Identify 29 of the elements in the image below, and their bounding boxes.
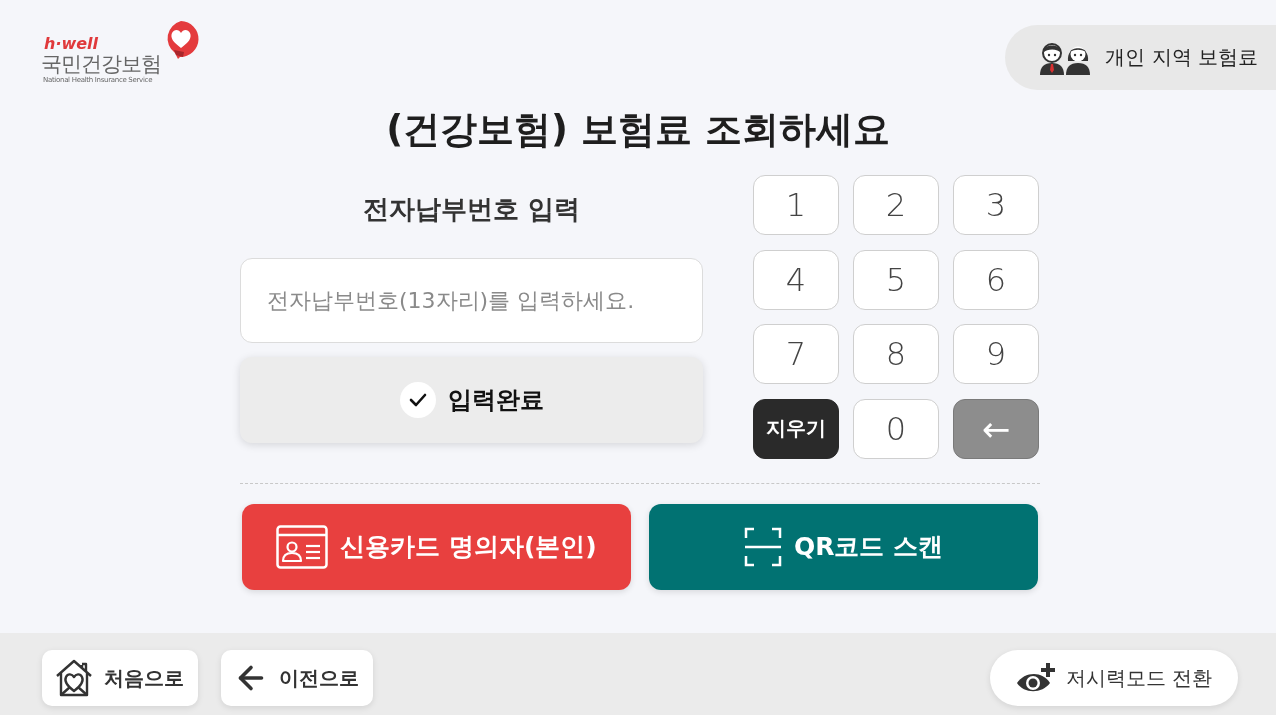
keypad-key[interactable]: 5 <box>853 249 939 310</box>
low-vision-mode-button[interactable]: 저시력모드 전환 <box>990 650 1238 706</box>
keypad-key[interactable]: 7 <box>753 324 839 385</box>
eye-plus-icon <box>1015 662 1058 694</box>
card-button[interactable]: 신용카드 명의자(본인) <box>242 503 631 590</box>
back-button[interactable]: 이전으로 <box>221 650 373 706</box>
entry-heading: 전자납부번호 입력 <box>362 193 581 226</box>
scan-frame-icon <box>743 526 782 567</box>
qr-scan-button[interactable]: QR코드 스캔 <box>649 503 1038 590</box>
logo-name-text: 국민건강보험 <box>41 52 161 76</box>
logo-brand-text: h·well <box>43 35 99 52</box>
submit-button[interactable]: 입력완료 <box>240 357 703 443</box>
keypad-key[interactable]: 6 <box>953 249 1039 310</box>
keypad-key[interactable]: 2 <box>853 175 939 235</box>
page-title: (건강보험) 보험료 조회하세요 <box>386 107 890 153</box>
keypad-key[interactable]: 0 <box>853 398 939 459</box>
keypad-key[interactable]: 3 <box>953 175 1039 235</box>
keypad-key[interactable]: 8 <box>853 324 939 385</box>
home-heart-icon <box>54 659 94 697</box>
id-card-icon <box>276 524 329 569</box>
check-circle-icon <box>399 382 436 418</box>
clear-key[interactable]: 지우기 <box>753 398 839 459</box>
home-button[interactable]: 처음으로 <box>42 650 198 706</box>
keypad-key[interactable]: 1 <box>753 175 839 235</box>
mode-button[interactable]: 개인 지역 보험료 <box>1005 25 1276 90</box>
two-people-icon <box>1039 40 1092 75</box>
keypad-key[interactable]: 4 <box>753 249 839 310</box>
keypad-key[interactable]: 9 <box>953 324 1039 385</box>
input-field[interactable]: 전자납부번호(13자리)를 입력하세요. <box>240 258 703 343</box>
